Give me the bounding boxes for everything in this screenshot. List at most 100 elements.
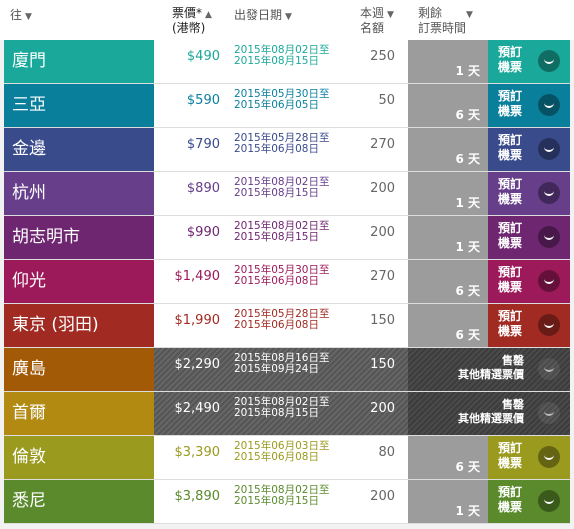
seats-cell: 150 <box>370 313 395 328</box>
table-row: 悉尼 $3,890 2015年08月02日至 2015年08月15日 200 1 天 預訂… <box>4 480 570 524</box>
table-row: 廈門 $490 2015年08月02日至 2015年08月15日 250 1 天 預訂 機票 <box>4 40 570 84</box>
destination-cell[interactable]: 仰光 <box>4 260 154 303</box>
destination-cell[interactable]: 倫敦 <box>4 436 154 479</box>
book-ticket-button[interactable]: 預訂 機票 <box>488 436 570 479</box>
book-label: 預訂 機票 <box>498 45 522 75</box>
remaining-time-cell: 1 天 <box>408 480 488 523</box>
sort-down-icon: ▼ <box>387 10 394 20</box>
smile-icon <box>538 182 560 204</box>
header-destination[interactable]: 往 ▼ <box>10 9 32 24</box>
destination-cell[interactable]: 杭州 <box>4 172 154 215</box>
smile-icon <box>538 402 560 424</box>
book-label-line1: 預訂 <box>498 309 523 323</box>
remaining-time-cell: 6 天 <box>408 84 488 127</box>
sort-down-icon: ▼ <box>466 10 473 20</box>
table-row: 金邊 $790 2015年05月28日至 2015年06月08日 270 6 天 預訂 機票 <box>4 128 570 172</box>
book-label-line2: 機票 <box>498 60 523 74</box>
destination-name: 胡志明市 <box>12 227 80 247</box>
smile-icon <box>538 270 560 292</box>
date-range: 2015年08月02日至 2015年08月15日 <box>234 45 329 67</box>
destination-cell[interactable]: 東京 (羽田) <box>4 304 154 347</box>
header-departure-date[interactable]: 出發日期 ▼ <box>234 9 292 24</box>
date-end: 2015年08月15日 <box>234 407 319 419</box>
book-ticket-button[interactable]: 預訂 機票 <box>488 84 570 127</box>
destination-cell[interactable]: 首爾 <box>4 392 154 435</box>
book-ticket-button[interactable]: 預訂 機票 <box>488 172 570 215</box>
date-range: 2015年08月02日至 2015年08月15日 <box>234 177 329 199</box>
book-label-line2: 機票 <box>498 324 523 338</box>
book-label-line2: 機票 <box>498 236 523 250</box>
smile-icon <box>538 358 560 380</box>
book-label: 預訂 機票 <box>498 309 522 339</box>
sort-down-icon: ▼ <box>285 12 292 22</box>
destination-name: 廣島 <box>12 359 46 379</box>
seats-cell: 200 <box>370 489 395 504</box>
remaining-days: 6 天 <box>455 460 480 474</box>
header-remaining-label: 剩餘 <box>418 6 443 20</box>
smile-icon <box>538 138 560 160</box>
table-row: 廣島 $2,290 2015年08月16日至 2015年09月24日 150 售罄 其他精… <box>4 348 570 392</box>
date-range: 2015年05月30日至 2015年06月08日 <box>234 265 329 287</box>
book-label-line2: 機票 <box>498 280 523 294</box>
book-label-line2: 機票 <box>498 104 523 118</box>
seats-cell: 80 <box>378 445 395 460</box>
destination-cell[interactable]: 廈門 <box>4 40 154 83</box>
price-cell: $790 <box>186 137 220 152</box>
seats-cell: 200 <box>370 401 395 416</box>
book-ticket-button[interactable]: 預訂 機票 <box>488 216 570 259</box>
header-remaining-time[interactable]: 剩餘 ▼ 訂票時間 <box>418 7 473 35</box>
smile-icon <box>538 490 560 512</box>
book-ticket-button[interactable]: 預訂 機票 <box>488 480 570 523</box>
book-ticket-button[interactable]: 預訂 機票 <box>488 128 570 171</box>
remaining-days: 1 天 <box>455 504 480 518</box>
book-ticket-button[interactable]: 預訂 機票 <box>488 304 570 347</box>
remaining-time-cell: 6 天 <box>408 260 488 303</box>
destination-cell[interactable]: 悉尼 <box>4 480 154 523</box>
sort-up-icon: ▲ <box>205 10 212 20</box>
date-end: 2015年08月15日 <box>234 187 319 199</box>
date-range: 2015年08月02日至 2015年08月15日 <box>234 485 329 507</box>
header-price-unit: (港幣) <box>172 21 206 35</box>
price-cell: $490 <box>186 49 220 64</box>
destination-name: 首爾 <box>12 403 46 423</box>
book-ticket-button[interactable]: 預訂 機票 <box>488 40 570 83</box>
book-label-line1: 預訂 <box>498 45 523 59</box>
destination-cell[interactable]: 胡志明市 <box>4 216 154 259</box>
book-label-line2: 機票 <box>498 148 523 162</box>
remaining-days: 1 天 <box>455 240 480 254</box>
destination-name: 東京 (羽田) <box>12 315 99 335</box>
book-label-line1: 預訂 <box>498 89 523 103</box>
price-cell: $1,990 <box>174 313 221 328</box>
destination-cell[interactable]: 金邊 <box>4 128 154 171</box>
price-cell: $2,490 <box>174 401 221 416</box>
date-range: 2015年08月16日至 2015年09月24日 <box>234 353 329 375</box>
destination-name: 金邊 <box>12 139 46 159</box>
table-header: 往 ▼ 票價* ▲ (港幣) 出發日期 ▼ 本週 ▼ 名額 剩餘 ▼ 訂票時間 <box>0 0 574 40</box>
date-end: 2015年08月15日 <box>234 231 319 243</box>
table-row: 杭州 $890 2015年08月02日至 2015年08月15日 200 1 天 預訂 機票 <box>4 172 570 216</box>
book-label: 預訂 機票 <box>498 89 522 119</box>
book-label-line2: 機票 <box>498 500 523 514</box>
price-cell: $1,490 <box>174 269 221 284</box>
book-ticket-button[interactable]: 預訂 機票 <box>488 260 570 303</box>
seats-cell: 270 <box>370 137 395 152</box>
table-row: 三亞 $590 2015年05月30日至 2015年06月05日 50 6 天 預訂 機票 <box>4 84 570 128</box>
destination-name: 倫敦 <box>12 447 46 467</box>
destination-cell[interactable]: 廣島 <box>4 348 154 391</box>
header-price[interactable]: 票價* ▲ (港幣) <box>172 7 212 35</box>
price-cell: $2,290 <box>174 357 221 372</box>
sold-out-subtitle: 其他精選票價 <box>458 368 524 381</box>
book-label: 預訂 機票 <box>498 485 522 515</box>
destination-cell[interactable]: 三亞 <box>4 84 154 127</box>
destination-name: 悉尼 <box>12 491 46 511</box>
book-label-line1: 預訂 <box>498 133 523 147</box>
date-range: 2015年05月30日至 2015年06月05日 <box>234 89 329 111</box>
sold-out-cell[interactable]: 售罄 其他精選票價 <box>408 392 570 435</box>
table-row: 仰光 $1,490 2015年05月30日至 2015年06月08日 270 6 天 預訂… <box>4 260 570 304</box>
header-weekly-seats[interactable]: 本週 ▼ 名額 <box>360 7 394 35</box>
sold-out-label: 售罄 其他精選票價 <box>458 398 524 426</box>
date-end: 2015年06月05日 <box>234 99 319 111</box>
seats-cell: 50 <box>378 93 395 108</box>
sold-out-cell[interactable]: 售罄 其他精選票價 <box>408 348 570 391</box>
seats-cell: 200 <box>370 225 395 240</box>
